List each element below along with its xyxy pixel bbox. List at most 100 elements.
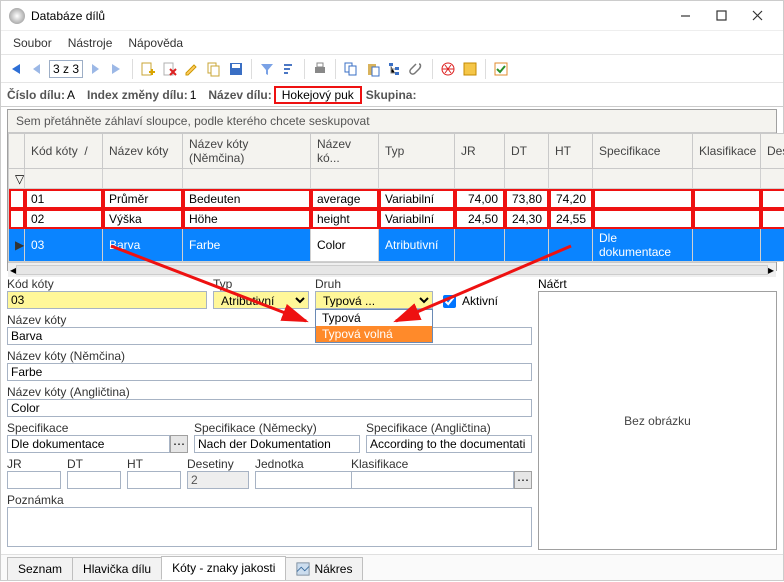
druh-option-selected[interactable]: Typová volná [316, 326, 432, 342]
jr-label: JR [7, 457, 61, 471]
druh-option[interactable]: Typová [316, 310, 432, 326]
ht-input[interactable] [127, 471, 181, 489]
druh-select[interactable]: Typová ... [315, 291, 433, 309]
col-klas[interactable]: Klasifikace [693, 134, 761, 169]
app-icon [9, 8, 25, 24]
col-spec[interactable]: Specifikace [593, 134, 693, 169]
maximize-button[interactable] [703, 4, 739, 28]
kod-input[interactable] [7, 291, 207, 309]
nazev-input[interactable] [7, 327, 532, 345]
col-nazev[interactable]: Název kóty [103, 134, 183, 169]
nazev-de-input[interactable] [7, 363, 532, 381]
menubar: Soubor Nástroje Nápověda [1, 31, 783, 55]
poznamka-textarea[interactable] [7, 507, 532, 547]
klas-input[interactable] [351, 471, 514, 489]
language-button[interactable] [438, 59, 458, 79]
aktivni-label: Aktivní [462, 294, 498, 308]
dt-label: DT [67, 457, 121, 471]
change-idx-value: 1 [190, 88, 197, 102]
poznamka-label: Poznámka [7, 493, 532, 507]
row-indicator-header [9, 134, 25, 169]
save-button[interactable] [226, 59, 246, 79]
jed-label: Jednotka [255, 457, 345, 471]
spec-input[interactable] [7, 435, 170, 453]
delete-record-button[interactable] [160, 59, 180, 79]
next-record-button[interactable] [85, 59, 105, 79]
close-button[interactable] [739, 4, 775, 28]
detail-form: Kód kóty Typ Atributivní Druh Typová ...… [1, 273, 783, 554]
col-dese[interactable]: Dese [761, 134, 784, 169]
nazev-en-input[interactable] [7, 399, 532, 417]
jr-input[interactable] [7, 471, 61, 489]
data-grid: Kód kóty / Název kóty Název kóty (Němčin… [8, 133, 784, 262]
menu-nastroje[interactable]: Nástroje [60, 33, 121, 53]
grid-area: Sem přetáhněte záhlaví sloupce, podle kt… [7, 109, 777, 271]
sketch-panel: Bez obrázku [538, 291, 777, 550]
last-record-button[interactable] [107, 59, 127, 79]
paste-button[interactable] [363, 59, 383, 79]
add-record-button[interactable] [138, 59, 158, 79]
typ-label: Typ [213, 277, 309, 291]
dt-input[interactable] [67, 471, 121, 489]
klas-browse-button[interactable]: ⋯ [514, 471, 532, 489]
aktivni-checkbox[interactable] [443, 295, 456, 308]
spec-en-input[interactable] [366, 435, 532, 453]
col-dt[interactable]: DT [505, 134, 549, 169]
prev-record-button[interactable] [27, 59, 47, 79]
col-typ[interactable]: Typ [379, 134, 455, 169]
kod-label: Kód kóty [7, 277, 207, 291]
tree-button[interactable] [385, 59, 405, 79]
nazev-en-label: Název kóty (Angličtina) [7, 385, 532, 399]
table-row[interactable]: 02VýškaHöheheightVariabilní24,5024,3024,… [9, 209, 784, 229]
table-row-selected[interactable]: ▶ 03BarvaFarbeColorAtributivníDle dokume… [9, 229, 784, 262]
col-jr[interactable]: JR [455, 134, 505, 169]
tab-nakres[interactable]: Nákres [285, 557, 363, 580]
sql-button[interactable] [460, 59, 480, 79]
spec-label: Specifikace [7, 421, 188, 435]
toolbar [1, 55, 783, 83]
col-kod[interactable]: Kód kóty / [25, 134, 103, 169]
druh-dropdown-list: Typová Typová volná [315, 309, 433, 343]
minimize-button[interactable] [667, 4, 703, 28]
edit-record-button[interactable] [182, 59, 202, 79]
spec-browse-button[interactable]: ⋯ [170, 435, 188, 453]
spec-de-label: Specifikace (Německy) [194, 421, 360, 435]
typ-select[interactable]: Atributivní [213, 291, 309, 309]
info-strip: Číslo dílu: A Index změny dílu: 1 Název … [1, 83, 783, 107]
tab-seznam[interactable]: Seznam [7, 557, 73, 580]
col-nazev-en[interactable]: Název kó... [311, 134, 379, 169]
duplicate-record-button[interactable] [204, 59, 224, 79]
druh-label: Druh [315, 277, 433, 291]
table-row[interactable]: 01PrůměrBedeutenaverageVariabilní74,0073… [9, 189, 784, 209]
first-record-button[interactable] [5, 59, 25, 79]
group-by-bar[interactable]: Sem přetáhněte záhlaví sloupce, podle kt… [8, 110, 776, 133]
menu-napoveda[interactable]: Nápověda [120, 33, 191, 53]
copy-button[interactable] [341, 59, 361, 79]
part-name-label: Název dílu: [208, 88, 271, 102]
part-no-label: Číslo dílu: [7, 88, 65, 102]
sort-button[interactable] [279, 59, 299, 79]
confirm-button[interactable] [491, 59, 511, 79]
tab-koty[interactable]: Kóty - znaky jakosti [161, 556, 286, 580]
group-label: Skupina: [366, 88, 417, 102]
col-nazev-de[interactable]: Název kóty (Němčina) [183, 134, 311, 169]
record-counter-input[interactable] [49, 60, 83, 78]
spec-en-label: Specifikace (Angličtina) [366, 421, 532, 435]
grid-horizontal-scrollbar[interactable]: ◂▸ [8, 262, 776, 277]
klas-label: Klasifikace [351, 457, 532, 471]
filter-dropdown-button[interactable] [257, 59, 277, 79]
nazev-de-label: Název kóty (Němčina) [7, 349, 532, 363]
sketch-empty-text: Bez obrázku [624, 414, 691, 428]
tab-hlavicka[interactable]: Hlavička dílu [72, 557, 162, 580]
bottom-tabs: Seznam Hlavička dílu Kóty - znaky jakost… [1, 554, 783, 580]
nazev-label: Název kóty [7, 313, 532, 327]
spec-de-input[interactable] [194, 435, 360, 453]
des-input [187, 471, 249, 489]
print-button[interactable] [310, 59, 330, 79]
ht-label: HT [127, 457, 181, 471]
filter-icon[interactable]: ▽ [9, 169, 25, 189]
col-ht[interactable]: HT [549, 134, 593, 169]
menu-soubor[interactable]: Soubor [5, 33, 60, 53]
attach-button[interactable] [407, 59, 427, 79]
des-label: Desetiny [187, 457, 249, 471]
